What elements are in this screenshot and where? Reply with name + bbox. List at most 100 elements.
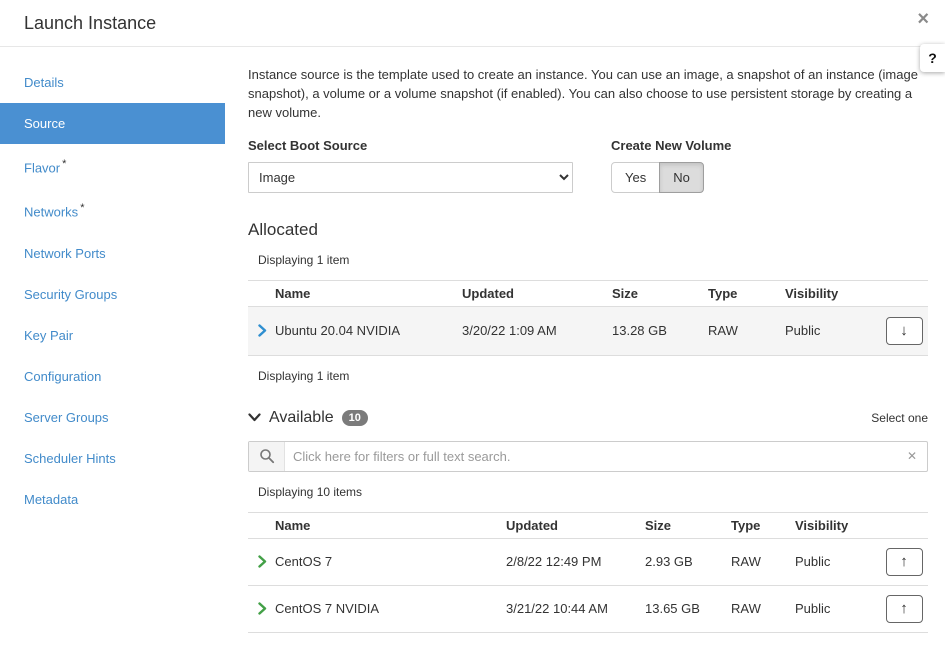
boot-source-select[interactable]: Image [248,162,573,193]
create-volume-no-button[interactable]: No [659,162,704,193]
table-row: Ubuntu 20.04 NVIDIA 3/20/22 1:09 AM 13.2… [248,307,928,356]
column-updated: Updated [462,286,612,301]
sidebar-item-label: Details [24,75,64,90]
up-arrow-icon: ↑ [900,553,908,570]
allocated-heading: Allocated [248,220,928,240]
filter-search-bar: ✕ [248,441,928,472]
help-icon: ? [928,50,937,66]
cell-name: CentOS 7 NVIDIA [275,601,506,616]
sidebar-item-configuration[interactable]: Configuration [0,356,225,397]
chevron-right-icon [258,324,267,337]
cell-type: RAW [731,601,795,616]
cell-size: 2.93 GB [645,554,731,569]
sidebar-item-key-pair[interactable]: Key Pair [0,315,225,356]
cell-name: CentOS 7 [275,554,506,569]
chevron-right-icon [258,602,267,615]
cell-updated: 3/21/22 10:44 AM [506,601,645,616]
sidebar-item-label: Server Groups [24,410,109,425]
create-volume-label: Create New Volume [611,138,731,153]
cell-size: 13.28 GB [612,323,708,338]
sidebar-item-label: Metadata [24,492,78,507]
wizard-sidebar: Details Source Flavor* Networks* Network… [0,62,225,520]
sidebar-item-security-groups[interactable]: Security Groups [0,274,225,315]
cell-visibility: Public [795,601,880,616]
button-cell: ↑ [880,595,928,623]
sidebar-item-label: Networks [24,205,78,220]
create-volume-field: Create New Volume Yes No [611,138,731,193]
chevron-down-icon [248,413,261,422]
required-asterisk: * [62,158,66,170]
sidebar-item-details[interactable]: Details [0,62,225,103]
cell-name: Ubuntu 20.04 NVIDIA [275,323,462,338]
button-cell: ↑ [880,548,928,576]
create-volume-yes-button[interactable]: Yes [611,162,660,193]
sidebar-item-flavor[interactable]: Flavor* [0,144,225,188]
cell-updated: 2/8/22 12:49 PM [506,554,645,569]
allocated-table-header: Name Updated Size Type Visibility [248,281,928,307]
table-row: CentOS 7 NVIDIA 3/21/22 10:44 AM 13.65 G… [248,586,928,633]
up-arrow-icon: ↑ [900,600,908,617]
source-step-panel: Instance source is the template used to … [248,60,928,633]
sidebar-item-server-groups[interactable]: Server Groups [0,397,225,438]
clear-search-icon[interactable]: ✕ [897,449,927,463]
sidebar-item-label: Source [24,116,65,131]
sidebar-item-source[interactable]: Source [0,103,225,144]
sidebar-item-label: Security Groups [24,287,117,302]
column-size: Size [612,286,708,301]
available-count: Displaying 10 items [248,485,928,499]
expand-row-button[interactable] [248,324,275,337]
column-name: Name [275,286,462,301]
available-count-badge: 10 [342,410,368,426]
boot-source-field: Select Boot Source Image [248,138,573,193]
sidebar-item-label: Scheduler Hints [24,451,116,466]
column-size: Size [645,518,731,533]
available-table-header: Name Updated Size Type Visibility [248,513,928,539]
expand-row-button[interactable] [248,555,275,568]
source-form-row: Select Boot Source Image Create New Volu… [248,138,928,193]
cell-type: RAW [731,554,795,569]
modal-header: Launch Instance [0,0,945,47]
search-input[interactable] [285,442,897,471]
sidebar-item-label: Key Pair [24,328,73,343]
close-icon[interactable]: × [911,6,935,33]
sidebar-item-label: Flavor [24,160,60,175]
available-header: Available 10 Select one [248,409,928,427]
button-cell: ↓ [880,317,928,345]
column-updated: Updated [506,518,645,533]
column-name: Name [275,518,506,533]
sidebar-item-scheduler-hints[interactable]: Scheduler Hints [0,438,225,479]
sidebar-item-network-ports[interactable]: Network Ports [0,233,225,274]
allocated-count-bottom: Displaying 1 item [248,369,928,383]
sidebar-item-metadata[interactable]: Metadata [0,479,225,520]
cell-visibility: Public [785,323,880,338]
expand-row-button[interactable] [248,602,275,615]
column-visibility: Visibility [795,518,880,533]
available-heading: Available [269,409,334,427]
column-type: Type [708,286,785,301]
cell-visibility: Public [795,554,880,569]
column-type: Type [731,518,795,533]
create-volume-toggle: Yes No [611,162,704,193]
source-description: Instance source is the template used to … [248,66,928,123]
cell-updated: 3/20/22 1:09 AM [462,323,612,338]
sidebar-item-networks[interactable]: Networks* [0,188,225,232]
sidebar-item-label: Configuration [24,369,101,384]
modal-title: Launch Instance [24,13,156,34]
available-table: Name Updated Size Type Visibility CentOS… [248,512,928,633]
column-visibility: Visibility [785,286,880,301]
search-icon[interactable] [249,442,285,471]
deallocate-button[interactable]: ↓ [886,317,923,345]
collapse-section-button[interactable] [248,413,261,422]
cell-type: RAW [708,323,785,338]
select-one-hint: Select one [871,411,928,425]
help-button[interactable]: ? [920,44,945,72]
allocated-table: Name Updated Size Type Visibility Ubuntu… [248,280,928,356]
allocate-button[interactable]: ↑ [886,595,923,623]
allocated-count-top: Displaying 1 item [248,253,928,267]
table-row: CentOS 7 2/8/22 12:49 PM 2.93 GB RAW Pub… [248,539,928,586]
chevron-right-icon [258,555,267,568]
allocate-button[interactable]: ↑ [886,548,923,576]
down-arrow-icon: ↓ [900,322,908,339]
required-asterisk: * [80,202,84,214]
sidebar-item-label: Network Ports [24,246,106,261]
